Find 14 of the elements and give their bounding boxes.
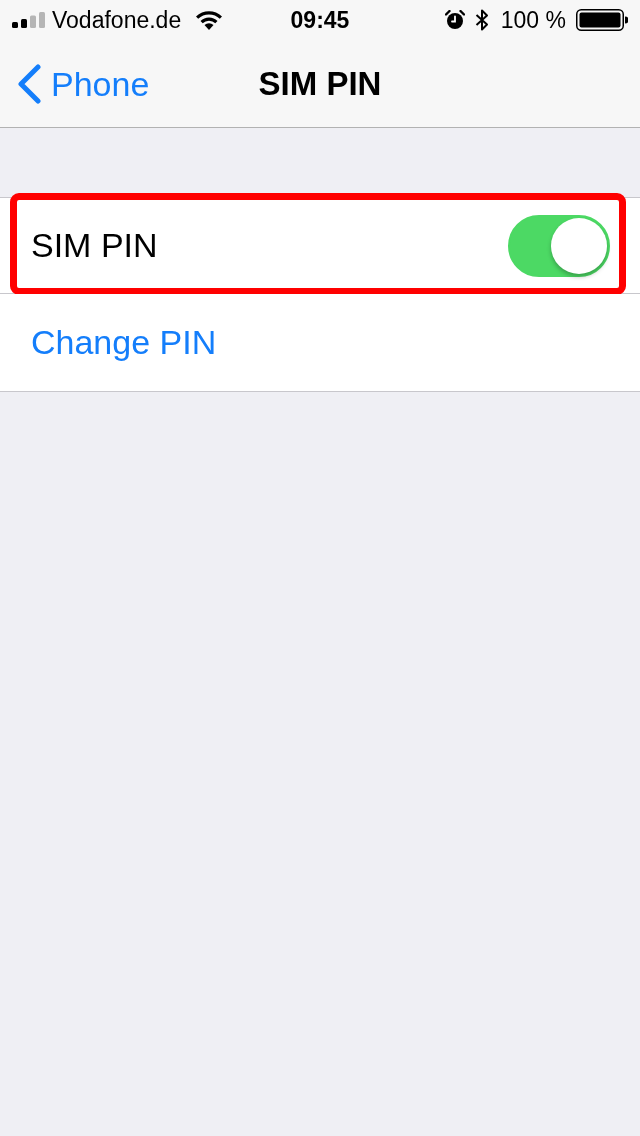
change-pin-link[interactable]: Change PIN [31,323,217,362]
bluetooth-icon [474,9,489,31]
alarm-clock-icon [444,10,465,30]
carrier-name: Vodafone.de [52,6,182,34]
toggle-switch[interactable] [508,214,610,277]
battery-percentage: 100 % [500,6,566,34]
screen-title: SIM PIN [258,64,382,103]
signal-icon [12,12,45,28]
back-chevron-icon [16,64,42,104]
back-button[interactable]: Phone [16,64,150,104]
wifi-icon [195,10,224,30]
battery-icon [576,9,628,31]
setting-label: SIM PIN [31,226,158,265]
status-time: 09:45 [290,6,350,34]
